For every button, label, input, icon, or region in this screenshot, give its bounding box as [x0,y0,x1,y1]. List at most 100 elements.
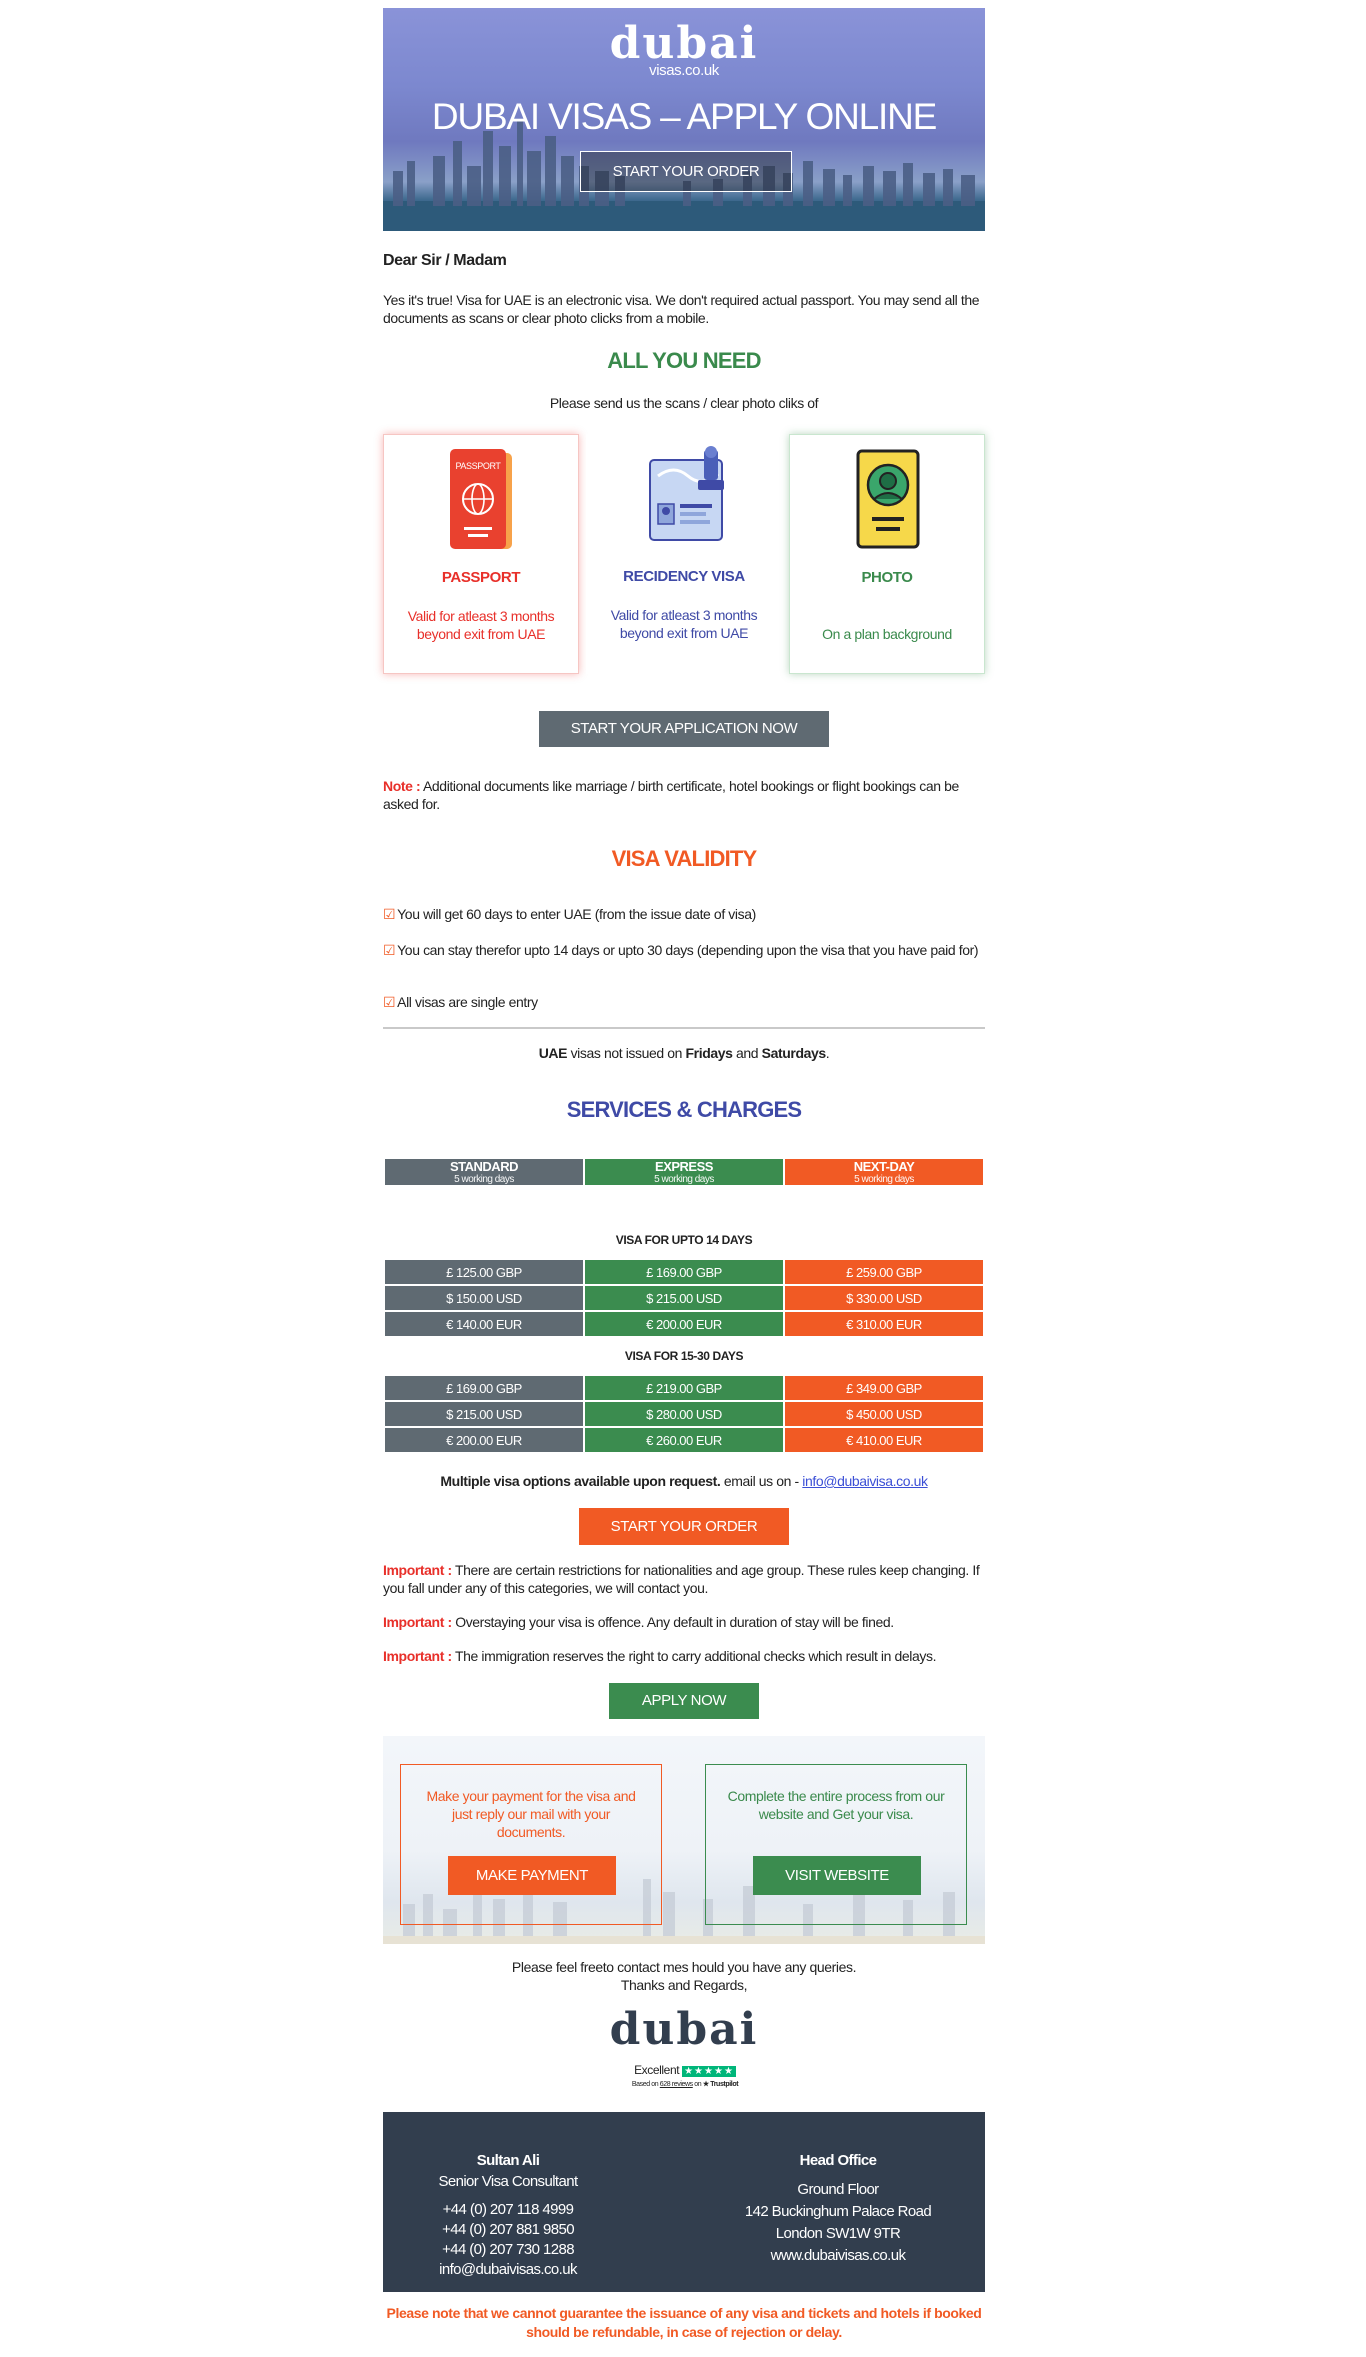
consultant-contact: Sultan Ali Senior Visa Consultant +44 (0… [413,2150,603,2280]
on-text: on [694,2081,702,2088]
notice-period: . [825,1045,830,1061]
validity-item-text: You will get 60 days to enter UAE (from … [397,906,756,922]
rating-word: Excellent [634,2063,680,2077]
important-label: Important : [383,1648,452,1664]
services-heading: SERVICES & CHARGES [566,1097,802,1122]
column-sub: 5 working days [654,1174,714,1185]
visit-website-box: Complete the entire process from our web… [705,1764,967,1925]
email-link[interactable]: info@dubaivisa.co.uk [802,1473,928,1489]
price-cell: $ 330.00 USD [785,1286,983,1310]
passport-icon-label: PASSPORT [456,461,502,471]
validity-item: ☑ You can stay therefor upto 14 days or u… [383,941,985,959]
photo-card-desc: On a plan background [822,626,952,642]
review-count[interactable]: 628 reviews [660,2081,693,2088]
important-label: Important : [383,1614,452,1630]
phone-number[interactable]: +44 (0) 207 730 1288 [413,2240,603,2260]
note-paragraph: Note : Additional documents like marriag… [383,777,985,813]
price-cell: £ 169.00 GBP [585,1260,783,1284]
multiple-options-line: Multiple visa options available upon req… [383,1473,985,1489]
table-row: € 140.00 EUR € 200.00 EUR € 310.00 EUR [385,1312,983,1336]
visit-website-button[interactable]: VISIT WEBSITE [753,1856,921,1895]
address-line: Ground Floor [797,2181,879,2198]
table-row: £ 125.00 GBP £ 169.00 GBP £ 259.00 GBP [385,1260,983,1284]
multiple-options-text: email us on - [720,1473,803,1489]
notice-text: visas not issued on [567,1045,686,1061]
validity-item-text: You can stay therefor upto 14 days or up… [397,942,979,958]
price-cell: € 140.00 EUR [385,1312,583,1336]
visa-validity-heading: VISA VALIDITY [611,846,758,871]
table-row: £ 169.00 GBP £ 219.00 GBP £ 349.00 GBP [385,1376,983,1400]
footer-email[interactable]: info@dubaivisas.co.uk [413,2260,603,2280]
hero-banner: dubai visas.co.uk DUBAI VISAS – APPLY ON… [383,8,985,231]
brand-logo: dubai visas.co.uk [383,22,985,80]
notice-and: and [732,1045,762,1061]
address-line: London SW1W 9TR [775,2225,901,2242]
photo-card: PHOTO On a plan background [789,434,985,674]
star-rating-icon: ★★★★★ [682,2066,736,2077]
head-office: Head Office Ground Floor 142 Buckinghum … [713,2150,963,2267]
phone-number[interactable]: +44 (0) 207 881 9850 [413,2220,603,2240]
closing-line-2: Thanks and Regards, [620,1977,748,1993]
checkbox-icon: ☑ [383,994,396,1010]
table-row: $ 215.00 USD $ 280.00 USD $ 450.00 USD [385,1402,983,1426]
validity-item-text: All visas are single entry [397,994,538,1010]
price-cell: € 410.00 EUR [785,1428,983,1452]
price-cell: € 200.00 EUR [585,1312,783,1336]
apply-now-button[interactable]: APPLY NOW [609,1683,759,1719]
important-text: Overstaying your visa is offence. Any de… [451,1614,894,1630]
start-order-button[interactable]: START YOUR ORDER [579,1508,789,1545]
residency-visa-card: RECIDENCY VISA Valid for atleast 3 month… [586,434,782,674]
trustpilot-rating: Excellent ★★★★★ [617,2063,753,2077]
hero-title: DUBAI VISAS – APPLY ONLINE [431,96,937,137]
table-row: € 200.00 EUR € 260.00 EUR € 410.00 EUR [385,1428,983,1452]
phone-number[interactable]: +44 (0) 207 118 4999 [413,2200,603,2220]
trustpilot-reviews: Based on 628 reviews on ★ Trustpilot [617,2080,753,2088]
website-link[interactable]: www.dubaivisas.co.uk [713,2245,963,2267]
group1-title: VISA FOR UPTO 14 DAYS [615,1233,753,1247]
standard-column-header: STANDARD 5 working days [385,1159,583,1185]
column-sub: 5 working days [854,1174,914,1185]
validity-item: ☑ You will get 60 days to enter UAE (from… [383,905,985,923]
head-office-title: Head Office [799,2152,877,2169]
based-on-text: Based on [631,2081,659,2088]
start-order-button-hero[interactable]: START YOUR ORDER [580,151,792,192]
closing-text: Please feel freeto contact mes hould you… [383,1958,985,1994]
price-cell: $ 150.00 USD [385,1286,583,1310]
passport-card-title: PASSPORT [441,569,521,586]
pricing-table-15-30-days: £ 169.00 GBP £ 219.00 GBP £ 349.00 GBP $ 2… [383,1374,985,1454]
footer-logo: dubai [609,2004,759,2055]
note-text: Additional documents like marriage / bir… [383,778,959,812]
note-label: Note : [383,778,421,794]
greeting: Dear Sir / Madam [383,252,507,269]
trustpilot-widget[interactable]: Excellent ★★★★★ Based on 628 reviews on … [617,2063,753,2088]
make-payment-button[interactable]: MAKE PAYMENT [448,1856,616,1895]
column-sub: 5 working days [454,1174,514,1185]
make-payment-text: Make your payment for the visa and just … [426,1788,636,1840]
make-payment-box: Make your payment for the visa and just … [400,1764,662,1925]
notice-uae: UAE [538,1045,568,1061]
footer-contact-panel: Sultan Ali Senior Visa Consultant +44 (0… [383,2112,985,2292]
notice-fridays: Fridays [685,1045,733,1061]
issue-days-notice: UAE visas not issued on Fridays and Satu… [383,1045,985,1061]
multiple-options-bold: Multiple visa options available upon req… [440,1473,721,1489]
price-cell: $ 450.00 USD [785,1402,983,1426]
all-you-need-heading: ALL YOU NEED [607,348,761,373]
checkbox-icon: ☑ [383,942,396,958]
start-application-button[interactable]: START YOUR APPLICATION NOW [539,711,829,747]
column-name: EXPRESS [655,1159,713,1174]
residency-visa-card-desc: Valid for atleast 3 months beyond exit f… [610,607,758,641]
intro-text: Yes it's true! Visa for UAE is an electr… [383,292,980,326]
validity-item: ☑ All visas are single entry [383,993,985,1011]
consultant-name: Sultan Ali [476,2152,540,2169]
important-note: Important : The immigration reserves the… [383,1647,985,1665]
column-name: STANDARD [450,1159,518,1174]
passport-icon: PASSPORT [450,449,512,549]
price-cell: £ 219.00 GBP [585,1376,783,1400]
price-cell: € 200.00 EUR [385,1428,583,1452]
price-cell: $ 215.00 USD [585,1286,783,1310]
price-cell: £ 349.00 GBP [785,1376,983,1400]
column-name: NEXT-DAY [853,1159,915,1174]
price-cell: $ 280.00 USD [585,1402,783,1426]
pricing-header-table: STANDARD 5 working days EXPRESS 5 working … [383,1157,985,1187]
consultant-role: Senior Visa Consultant [438,2173,578,2190]
